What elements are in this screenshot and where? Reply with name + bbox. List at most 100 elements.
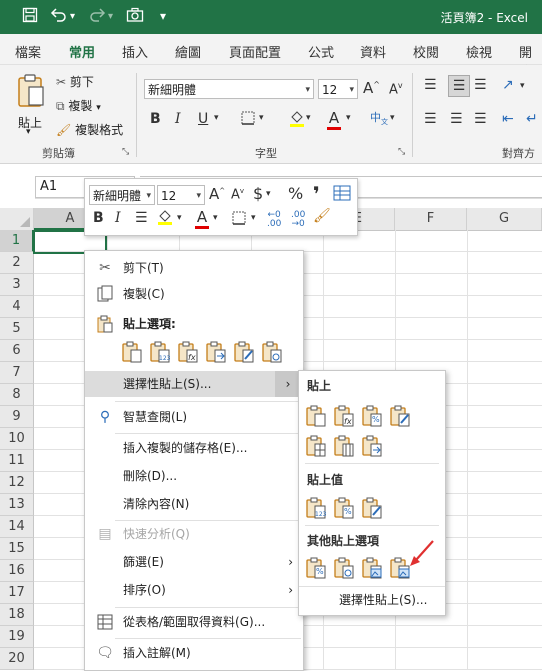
chevron-down-icon[interactable]: ▾ [346,113,351,123]
paste-formulas-icon[interactable]: fx [333,405,355,427]
row-header[interactable]: 5 [0,318,34,340]
tab-formulas[interactable]: 公式 [308,42,334,61]
row-header[interactable]: 1 [0,230,34,252]
chevron-down-icon[interactable]: ▾ [214,113,219,123]
redo-icon[interactable] [88,7,106,27]
tab-insert[interactable]: 插入 [122,42,148,61]
font-size-combo[interactable]: 12 ▾ [318,79,358,99]
paste-transpose-icon[interactable] [205,341,227,363]
undo-dropdown-icon[interactable]: ▾ [70,11,75,22]
chevron-down-icon[interactable]: ▾ [177,213,182,223]
italic-button[interactable]: I [175,111,181,127]
transpose-icon[interactable] [361,435,383,457]
mini-format-painter-icon[interactable]: 🖌 [313,208,331,224]
menu-item-sort[interactable]: 排序(O) › [85,577,301,603]
row-header[interactable]: 20 [0,648,34,670]
menu-item-clear[interactable]: 清除內容(N) [85,491,301,517]
tab-data[interactable]: 資料 [360,42,386,61]
paste-picture-icon[interactable] [361,557,383,579]
keep-source-formatting-icon[interactable] [389,405,411,427]
column-header-g[interactable]: G [467,208,542,230]
paste-formatting-icon[interactable]: % [305,557,327,579]
font-name-combo[interactable]: 新細明體 ▾ [144,79,314,99]
dialog-launcher-icon[interactable]: ⤡ [122,147,129,157]
font-color-button[interactable]: A [327,109,341,130]
mini-shrink-font-button[interactable]: Av [231,187,244,202]
keep-column-widths-icon[interactable] [333,435,355,457]
align-top-icon[interactable]: ☰ [424,77,437,93]
row-header[interactable]: 4 [0,296,34,318]
paste-link-icon[interactable] [333,557,355,579]
chevron-down-icon[interactable]: ▾ [259,113,264,123]
paste-formatting-icon[interactable] [233,341,255,363]
align-left-icon[interactable]: ☰ [424,111,437,127]
row-header[interactable]: 16 [0,560,34,582]
cut-button[interactable]: ✂ 剪下 [56,73,94,90]
phonetic-icon[interactable]: 中文 [370,109,388,127]
camera-icon[interactable] [126,7,144,27]
mini-italic-button[interactable]: I [115,210,121,226]
align-right-icon[interactable]: ☰ [474,111,487,127]
decrease-decimal-icon[interactable]: .00 →0 [291,211,305,229]
row-header[interactable]: 17 [0,582,34,604]
row-header[interactable]: 8 [0,384,34,406]
mini-currency-button[interactable]: $ [253,184,263,203]
row-header[interactable]: 18 [0,604,34,626]
submenu-paste-special-link[interactable]: 選擇性貼上(S)... [339,591,427,608]
values-number-format-icon[interactable]: % [333,497,355,519]
align-center-icon[interactable]: ☰ [450,111,463,127]
tab-home[interactable]: 常用 [69,42,96,68]
chevron-down-icon[interactable]: ▾ [266,189,271,199]
format-painter-button[interactable]: 🖌 複製格式 [56,121,123,138]
paste-option-icon[interactable] [121,341,143,363]
menu-item-filter[interactable]: 篩選(E) › [85,549,301,575]
mini-bold-button[interactable]: B [93,210,104,226]
row-header[interactable]: 14 [0,516,34,538]
chevron-down-icon[interactable]: ▾ [251,213,256,223]
no-borders-icon[interactable] [305,435,327,457]
row-header[interactable]: 12 [0,472,34,494]
chevron-down-icon[interactable]: ▾ [520,81,525,91]
decrease-indent-icon[interactable]: ⇤ [502,111,514,127]
menu-item-get-data[interactable]: 從表格/範圍取得資料(G)... [85,609,301,635]
tab-file[interactable]: 檔案 [15,42,41,61]
row-header[interactable]: 9 [0,406,34,428]
row-header[interactable]: 7 [0,362,34,384]
mini-grow-font-button[interactable]: A^ [209,185,225,203]
align-middle-icon[interactable]: ☰ [448,75,470,97]
chevron-down-icon[interactable]: ▾ [390,113,395,123]
menu-item-copy[interactable]: 複製(C) [85,281,301,307]
chevron-down-icon[interactable]: ▾ [306,113,311,123]
dialog-launcher-icon[interactable]: ⤡ [398,147,405,157]
menu-item-delete[interactable]: 刪除(D)... [85,463,301,489]
menu-item-cut[interactable]: ✂ 剪下(T) [85,255,301,281]
borders-icon[interactable] [240,110,256,130]
values-source-format-icon[interactable] [361,497,383,519]
column-header-f[interactable]: F [395,208,467,230]
mini-font-color-button[interactable]: A [195,208,209,229]
row-header[interactable]: 6 [0,340,34,362]
row-header[interactable]: 3 [0,274,34,296]
mini-percent-button[interactable]: % [288,184,303,203]
customize-qat-icon[interactable]: ▾ [160,9,166,23]
align-bottom-icon[interactable]: ☰ [474,77,487,93]
redo-dropdown-icon[interactable]: ▾ [108,11,113,22]
orientation-icon[interactable]: ↗ [502,77,514,93]
menu-item-paste-special[interactable]: 選擇性貼上(S)... › [85,371,301,397]
mini-borders-icon[interactable] [231,210,247,230]
shrink-font-button[interactable]: Av [389,81,403,97]
mini-comma-button[interactable]: ❜ [313,182,320,206]
save-icon[interactable] [22,7,38,27]
increase-decimal-icon[interactable]: ←0.00 [267,211,281,229]
row-header[interactable]: 19 [0,626,34,648]
mini-font-name-combo[interactable]: 新細明體 ▾ [89,185,155,205]
tab-review[interactable]: 校閱 [413,42,439,61]
menu-item-insert-copied[interactable]: 插入複製的儲存格(E)... [85,435,301,461]
paste-button[interactable]: 貼上 ▾ [14,73,48,137]
paste-values-icon[interactable]: 123 [305,497,327,519]
row-header[interactable]: 2 [0,252,34,274]
fill-color-icon[interactable] [288,109,306,131]
tab-draw[interactable]: 繪圖 [175,42,201,61]
copy-button[interactable]: ⧉ 複製 ▾ [56,97,101,114]
tab-view[interactable]: 檢視 [466,42,492,61]
